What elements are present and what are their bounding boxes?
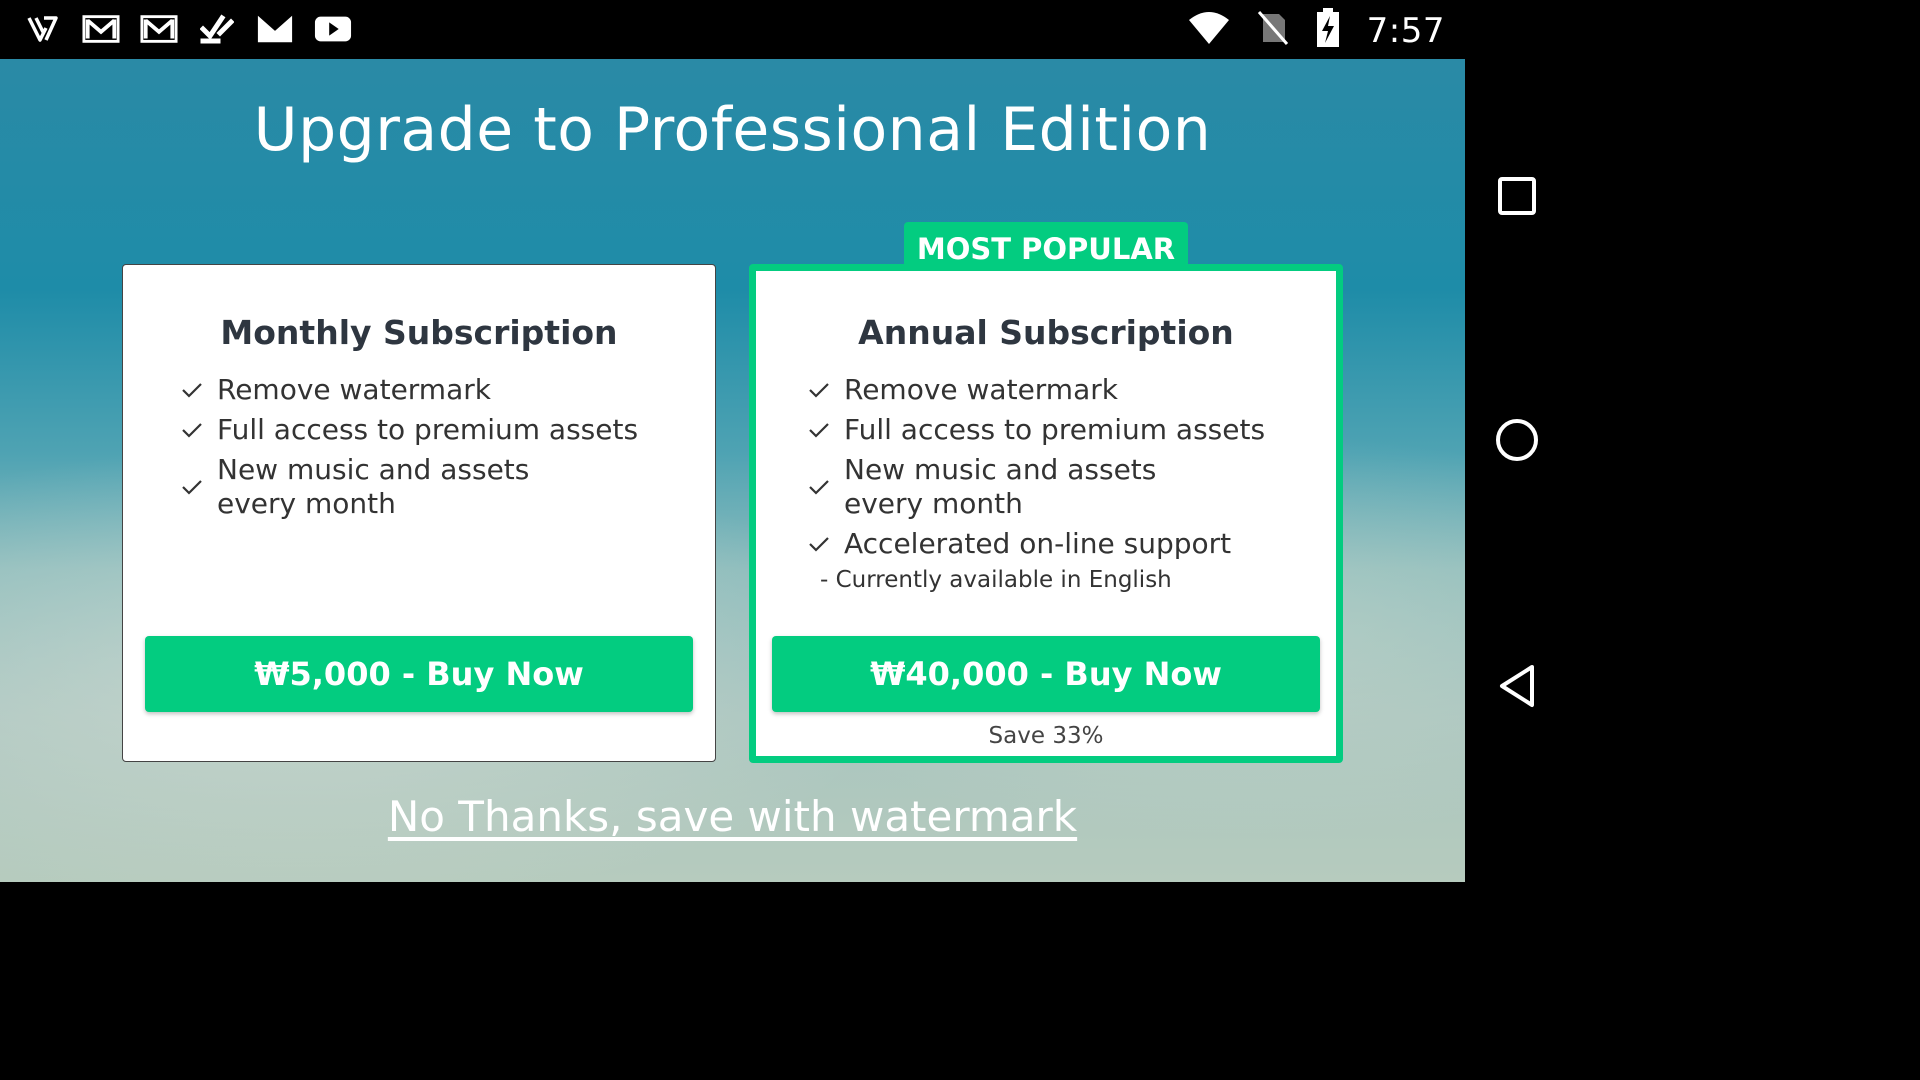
checkmark-icon: [181, 381, 217, 399]
feature-item: New music and assets every month: [808, 453, 1288, 521]
feature-item: Accelerated on-line support: [808, 527, 1288, 561]
checkmark-icon: [808, 535, 844, 553]
feature-text: Remove watermark: [844, 373, 1118, 406]
page-title: Upgrade to Professional Edition: [253, 95, 1212, 165]
feature-item: Remove watermark: [808, 373, 1288, 407]
v-app-icon: [24, 10, 62, 48]
most-popular-badge: MOST POPULAR: [904, 222, 1188, 270]
monthly-plan-card: Monthly Subscription Remove watermark Fu…: [122, 264, 716, 762]
checkmark-icon: [181, 478, 217, 496]
gmail-icon: [256, 10, 294, 48]
plan-title: Annual Subscription: [858, 313, 1234, 352]
navigation-bar: [1465, 0, 1568, 882]
support-note: - Currently available in English: [820, 567, 1172, 593]
feature-text: Full access to premium assets: [217, 413, 639, 446]
notification-icons: [24, 10, 352, 48]
youtube-icon: [314, 10, 352, 48]
plan-title: Monthly Subscription: [220, 313, 618, 352]
support-note-item: - Currently available in English: [808, 567, 1288, 593]
monthly-buy-button[interactable]: ₩5,000 - Buy Now: [145, 636, 693, 712]
annual-buy-button[interactable]: ₩40,000 - Buy Now: [772, 636, 1320, 712]
feature-item: Full access to premium assets: [808, 413, 1288, 447]
checkmark-icon: [808, 421, 844, 439]
no-sim-icon: [1257, 10, 1289, 51]
no-thanks-link[interactable]: No Thanks, save with watermark: [0, 792, 1465, 841]
clock: 7:57: [1366, 10, 1445, 51]
gmail-icon: [82, 10, 120, 48]
savings-note: Save 33%: [988, 723, 1104, 749]
feature-item: Remove watermark: [181, 373, 661, 407]
home-circle-icon[interactable]: [1493, 416, 1541, 464]
feature-text: Full access to premium assets: [844, 413, 1266, 446]
gmail-icon: [140, 10, 178, 48]
battery-charging-icon: [1315, 8, 1341, 53]
feature-item: Full access to premium assets: [181, 413, 661, 447]
feature-list: Remove watermark Full access to premium …: [181, 373, 661, 527]
back-triangle-icon[interactable]: [1493, 662, 1541, 710]
annual-plan-card: Annual Subscription Remove watermark Ful…: [749, 264, 1343, 763]
checkmark-icon: [808, 381, 844, 399]
feature-text: New music and assets every month: [844, 453, 1157, 520]
feature-item: New music and assets every month: [181, 453, 661, 521]
feature-text: New music and assets every month: [217, 453, 530, 520]
checkmark-icon: [181, 421, 217, 439]
status-bar: 7:57: [0, 0, 1465, 59]
feature-text: Accelerated on-line support: [844, 527, 1232, 560]
recents-square-icon[interactable]: [1493, 172, 1541, 220]
wifi-icon: [1187, 10, 1231, 51]
feature-list: Remove watermark Full access to premium …: [808, 373, 1288, 593]
tasks-check-icon: [198, 10, 236, 48]
system-status-icons: 7:57: [1187, 8, 1445, 53]
feature-text: Remove watermark: [217, 373, 491, 406]
upgrade-screen: Upgrade to Professional Edition Monthly …: [0, 59, 1465, 882]
checkmark-icon: [808, 478, 844, 496]
